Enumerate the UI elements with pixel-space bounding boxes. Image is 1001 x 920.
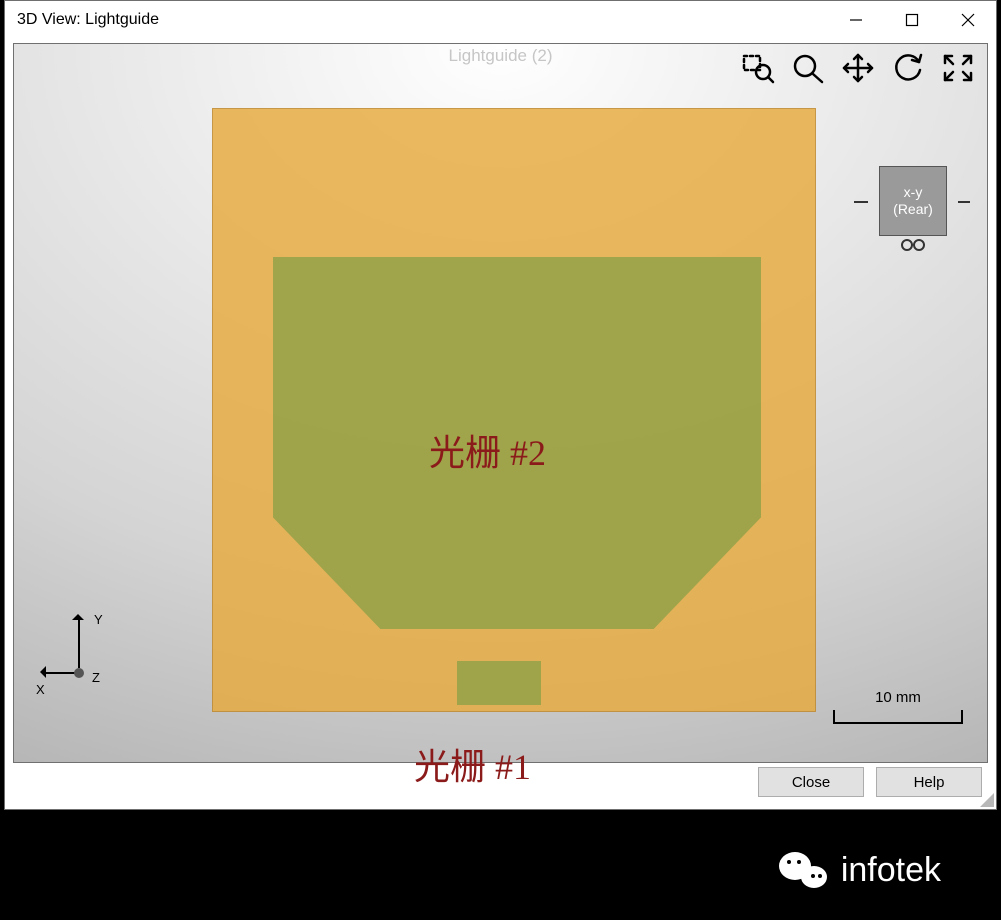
viewcube-line2: (Rear) — [893, 201, 933, 218]
viewcube-tick-left — [854, 201, 868, 203]
scale-bar-line — [833, 710, 963, 724]
fullscreen-icon — [941, 52, 975, 84]
resize-grip[interactable] — [980, 793, 994, 807]
pan-icon — [841, 52, 875, 84]
app-window: 3D View: Lightguide Lightguide (2) — [4, 0, 997, 810]
maximize-button[interactable] — [884, 1, 940, 39]
zoom-region-icon — [741, 52, 775, 84]
window-controls — [828, 1, 996, 39]
close-icon — [961, 13, 975, 27]
scale-bar: 10 mm — [833, 689, 963, 724]
zoom-button[interactable] — [785, 48, 831, 88]
close-button[interactable]: Close — [758, 767, 864, 797]
pan-button[interactable] — [835, 48, 881, 88]
annotation-grating-2: 光栅 #2 — [429, 424, 546, 476]
titlebar: 3D View: Lightguide — [5, 1, 996, 39]
viewcube-line1: x-y — [904, 184, 923, 201]
axis-origin — [74, 668, 84, 678]
screenshot-root: 3D View: Lightguide Lightguide (2) — [0, 0, 1001, 920]
viewcube[interactable]: x-y (Rear) — [879, 166, 947, 236]
grating-region-1[interactable] — [457, 661, 541, 705]
y-axis-arrowhead — [72, 608, 84, 620]
y-axis-label: Y — [94, 612, 103, 627]
viewport-toolbar — [735, 48, 981, 88]
close-window-button[interactable] — [940, 1, 996, 39]
minimize-icon — [849, 13, 863, 27]
viewcube-tick-bottom — [903, 239, 923, 249]
scale-label: 10 mm — [833, 689, 963, 706]
maximize-icon — [905, 13, 919, 27]
viewcube-tick-right — [958, 201, 970, 203]
minimize-button[interactable] — [828, 1, 884, 39]
watermark-text: infotek — [841, 851, 941, 890]
zoom-icon — [791, 52, 825, 84]
dialog-footer: Close Help — [13, 763, 988, 801]
zoom-region-button[interactable] — [735, 48, 781, 88]
z-axis-label: Z — [92, 670, 100, 685]
lightguide-substrate[interactable] — [212, 108, 816, 712]
rotate-icon — [891, 52, 925, 84]
x-axis-line — [42, 672, 78, 674]
rotate-button[interactable] — [885, 48, 931, 88]
viewport[interactable]: Lightguide (2) — [13, 43, 988, 763]
fullscreen-button[interactable] — [935, 48, 981, 88]
y-axis-line — [78, 616, 80, 668]
help-button[interactable]: Help — [876, 767, 982, 797]
x-axis-arrowhead — [34, 666, 46, 678]
watermark: infotek — [779, 850, 941, 890]
x-axis-label: X — [36, 682, 45, 697]
wechat-icon — [779, 850, 827, 890]
axis-triad[interactable]: Y X Z — [42, 612, 132, 702]
window-title: 3D View: Lightguide — [17, 11, 159, 29]
